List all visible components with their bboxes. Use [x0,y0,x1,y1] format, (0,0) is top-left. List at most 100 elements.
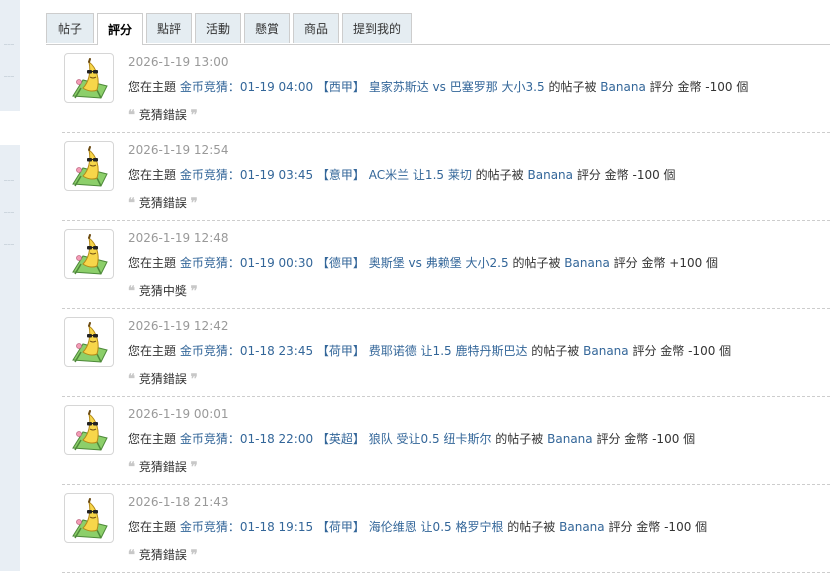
prefix-text: 您在主題 [128,80,177,94]
reason-text: 竞猜錯誤 [138,108,187,122]
quote-open-icon: ❝ [128,548,135,563]
rating-reason: ❝ 竞猜錯誤 ❞ [128,194,198,211]
reason-text: 竞猜中獎 [138,284,187,298]
prefix-text: 您在主題 [128,520,177,534]
topic-link[interactable]: 金币竞猜：01-18 22:00 【英超】 狼队 受让0.5 纽卡斯尔 [180,432,492,446]
notification-text: 您在主題 金币竞猜：01-18 19:15 【荷甲】 海伦维恩 让0.5 格罗宁… [128,518,707,535]
quote-open-icon: ❝ [128,460,135,475]
quote-open-icon: ❝ [128,108,135,123]
tab-mentions[interactable]: 提到我的 [342,13,412,43]
rating-reason: ❝ 竞猜中獎 ❞ [128,282,198,299]
user-link[interactable]: Banana [547,432,593,446]
user-link[interactable]: Banana [564,256,610,270]
score-text: 評分 金幣 -100 個 [596,432,696,446]
score-text: 評分 金幣 -100 個 [608,520,708,534]
notification-text: 您在主題 金币竞猜：01-18 23:45 【荷甲】 费耶诺德 让1.5 鹿特丹… [128,342,731,359]
avatar[interactable] [64,229,114,279]
mid-text: 的帖子被 [512,256,561,270]
banana-sunglasses-icon [72,146,108,187]
rating-reason: ❝ 竞猜錯誤 ❞ [128,370,198,387]
gutter-notch [0,111,20,145]
avatar[interactable] [64,493,114,543]
banana-sunglasses-icon [72,234,108,275]
score-text: 評分 金幣 +100 個 [613,256,719,270]
score-text: 評分 金幣 -100 個 [576,168,676,182]
rating-reason: ❝ 竞猜錯誤 ❞ [128,546,198,563]
quote-close-icon: ❞ [190,196,198,211]
avatar[interactable] [64,317,114,367]
reason-text: 竞猜錯誤 [138,548,187,562]
prefix-text: 您在主題 [128,344,177,358]
prefix-text: 您在主題 [128,168,177,182]
quote-open-icon: ❝ [128,284,135,299]
avatar[interactable] [64,53,114,103]
mid-text: 的帖子被 [548,80,597,94]
user-link[interactable]: Banana [528,168,574,182]
gutter-divider [4,212,14,213]
list-item: 2026-1-19 00:01 您在主題 金币竞猜：01-18 22:00 【英… [62,397,830,485]
timestamp: 2026-1-19 12:42 [128,319,229,333]
timestamp: 2026-1-18 21:43 [128,495,229,509]
topic-link[interactable]: 金币竞猜：01-18 23:45 【荷甲】 费耶诺德 让1.5 鹿特丹斯巴达 [180,344,528,358]
quote-close-icon: ❞ [190,372,198,387]
topic-link[interactable]: 金币竞猜：01-19 04:00 【西甲】 皇家苏斯达 vs 巴塞罗那 大小3.… [180,80,545,94]
timestamp: 2026-1-19 12:48 [128,231,229,245]
tab-rewards[interactable]: 懸賞 [244,13,290,43]
user-link[interactable]: Banana [600,80,646,94]
reason-text: 竞猜錯誤 [138,372,187,386]
reason-text: 竞猜錯誤 [138,460,187,474]
mid-text: 的帖子被 [475,168,524,182]
quote-open-icon: ❝ [128,372,135,387]
quote-close-icon: ❞ [190,548,198,563]
left-gutter [0,0,20,571]
score-text: 評分 金幣 -100 個 [632,344,732,358]
list-item: 2026-1-18 21:43 您在主題 金币竞猜：01-18 19:15 【荷… [62,485,830,573]
notification-text: 您在主題 金币竞猜：01-19 04:00 【西甲】 皇家苏斯达 vs 巴塞罗那… [128,78,748,95]
notification-text: 您在主題 金币竞猜：01-19 00:30 【德甲】 奥斯堡 vs 弗赖堡 大小… [128,254,718,271]
list-item: 2026-1-19 13:00 您在主題 金币竞猜：01-19 04:00 【西… [62,45,830,133]
banana-sunglasses-icon [72,58,108,99]
user-link[interactable]: Banana [583,344,629,358]
topic-link[interactable]: 金币竞猜：01-18 19:15 【荷甲】 海伦维恩 让0.5 格罗宁根 [180,520,504,534]
gutter-divider [4,44,14,45]
timestamp: 2026-1-19 13:00 [128,55,229,69]
banana-sunglasses-icon [72,322,108,363]
quote-close-icon: ❞ [190,108,198,123]
reason-text: 竞猜錯誤 [138,196,187,210]
tab-posts[interactable]: 帖子 [46,13,94,43]
rating-reason: ❝ 竞猜錯誤 ❞ [128,458,198,475]
user-link[interactable]: Banana [559,520,605,534]
quote-open-icon: ❝ [128,196,135,211]
list-item: 2026-1-19 12:54 您在主題 金币竞猜：01-19 03:45 【意… [62,133,830,221]
rating-notification-list: 2026-1-19 13:00 您在主題 金币竞猜：01-19 04:00 【西… [62,45,830,573]
mid-text: 的帖子被 [531,344,580,358]
tab-activities[interactable]: 活動 [195,13,241,43]
avatar[interactable] [64,405,114,455]
timestamp: 2026-1-19 12:54 [128,143,229,157]
timestamp: 2026-1-19 00:01 [128,407,229,421]
banana-sunglasses-icon [72,410,108,451]
quote-close-icon: ❞ [190,284,198,299]
banana-sunglasses-icon [72,498,108,539]
notification-tabs: 帖子 評分 點評 活動 懸賞 商品 提到我的 [46,13,830,45]
avatar[interactable] [64,141,114,191]
tab-goods[interactable]: 商品 [293,13,339,43]
tab-ratings[interactable]: 評分 [97,13,143,45]
list-item: 2026-1-19 12:42 您在主題 金币竞猜：01-18 23:45 【荷… [62,309,830,397]
mid-text: 的帖子被 [495,432,544,446]
notification-text: 您在主題 金币竞猜：01-19 03:45 【意甲】 AC米兰 让1.5 莱切 … [128,166,676,183]
list-item: 2026-1-19 12:48 您在主題 金币竞猜：01-19 00:30 【德… [62,221,830,309]
prefix-text: 您在主題 [128,256,177,270]
topic-link[interactable]: 金币竞猜：01-19 03:45 【意甲】 AC米兰 让1.5 莱切 [180,168,472,182]
tab-comments[interactable]: 點評 [146,13,192,43]
notification-text: 您在主題 金币竞猜：01-18 22:00 【英超】 狼队 受让0.5 纽卡斯尔… [128,430,695,447]
rating-reason: ❝ 竞猜錯誤 ❞ [128,106,198,123]
topic-link[interactable]: 金币竞猜：01-19 00:30 【德甲】 奥斯堡 vs 弗赖堡 大小2.5 [180,256,509,270]
score-text: 評分 金幣 -100 個 [649,80,749,94]
gutter-divider [4,76,14,77]
mid-text: 的帖子被 [507,520,556,534]
prefix-text: 您在主題 [128,432,177,446]
gutter-divider [4,244,14,245]
quote-close-icon: ❞ [190,460,198,475]
gutter-divider [4,180,14,181]
